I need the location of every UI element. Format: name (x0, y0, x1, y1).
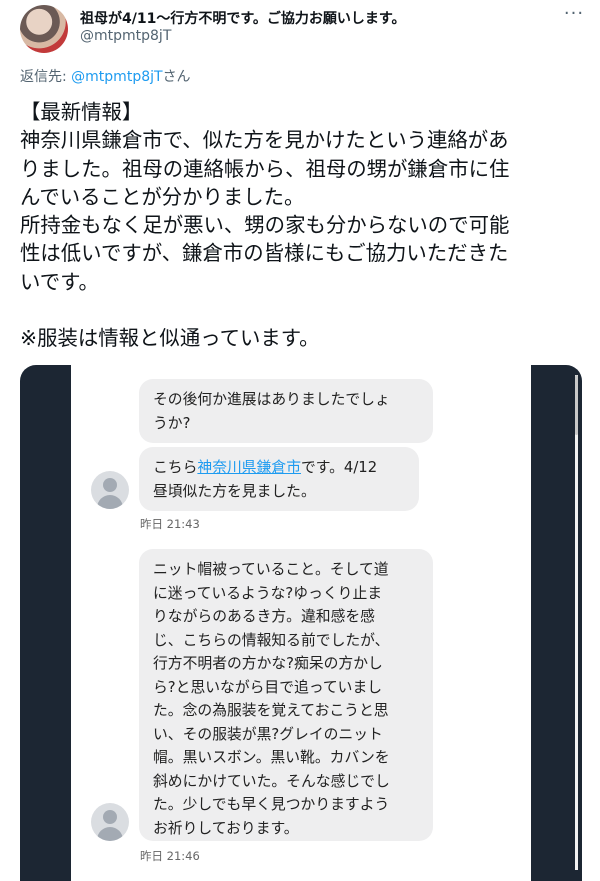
display-name[interactable]: 祖母が4/11〜行方不明です。ご協力お願いします。 (80, 8, 406, 28)
chat-bubble-location: こちら神奈川県鎌倉市です。4/12 昼頃似た方を見ました。 (139, 447, 419, 511)
message-timestamp: 昨日 21:43 (140, 517, 200, 531)
reply-mention-link[interactable]: @mtpmtp8jT (71, 69, 162, 85)
sender-avatar-icon (91, 471, 129, 509)
location-link[interactable]: 神奈川県鎌倉市 (197, 459, 301, 476)
reply-prefix: 返信先: (20, 69, 72, 85)
chat-bubble-description: ニット帽被っていること。そして道 に迷っているような?ゆっくり止ま りながらのあ… (139, 549, 433, 841)
chat-scrollbar (575, 375, 578, 870)
user-handle[interactable]: @mtpmtp8jT (80, 28, 171, 44)
chat-bubble-question: その後何か進展はありましたでしょ うか? (139, 379, 433, 443)
attached-screenshot[interactable]: その後何か進展はありましたでしょ うか? こちら神奈川県鎌倉市です。4/12 昼… (20, 365, 582, 881)
message-timestamp: 昨日 21:46 (140, 849, 200, 863)
reply-to-line: 返信先: @mtpmtp8jTさん (20, 66, 191, 86)
chat-screenshot: その後何か進展はありましたでしょ うか? こちら神奈川県鎌倉市です。4/12 昼… (71, 365, 578, 881)
sender-avatar-icon (91, 803, 129, 841)
scroll-thumb (575, 375, 578, 435)
profile-avatar[interactable] (20, 5, 68, 53)
more-horizontal-icon[interactable]: ··· (562, 4, 586, 24)
tweet-text: 【最新情報】 神奈川県鎌倉市で、似た方を見かけたという連絡があ りました。祖母の… (20, 100, 510, 351)
location-text-pre: こちら (153, 459, 198, 476)
reply-suffix: さん (162, 69, 191, 85)
